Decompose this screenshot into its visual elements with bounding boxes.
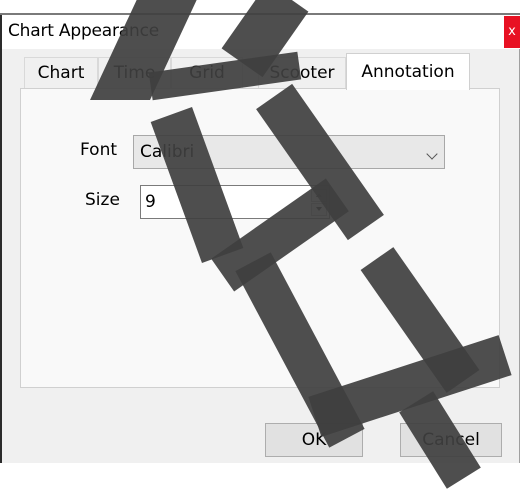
size-value[interactable]: 9 <box>145 192 156 212</box>
close-button[interactable]: x <box>504 16 520 48</box>
font-label: Font <box>80 140 118 160</box>
window-frame-left <box>0 15 2 463</box>
font-select-value: Calibri <box>140 142 195 162</box>
tab-scooter[interactable]: Scooter <box>258 57 346 88</box>
size-label: Size <box>85 190 120 210</box>
chevron-down-icon[interactable] <box>426 148 438 160</box>
ok-button[interactable]: OK <box>265 423 363 457</box>
tab-annotation[interactable]: Annotation <box>346 53 470 90</box>
window-title: Chart Appearance <box>8 21 159 41</box>
spin-down-button[interactable] <box>311 203 327 216</box>
arrow-up-icon <box>316 193 322 197</box>
tab-grid[interactable]: Grid <box>171 57 243 88</box>
cancel-button[interactable]: Cancel <box>400 423 502 457</box>
annotation-panel <box>20 88 500 388</box>
spin-up-button[interactable] <box>311 189 327 202</box>
tab-chart[interactable]: Chart <box>24 57 98 88</box>
title-bar: Chart Appearance <box>0 15 520 49</box>
close-icon[interactable]: x <box>508 24 516 39</box>
font-select[interactable]: Calibri <box>133 135 445 169</box>
top-strip <box>0 0 520 15</box>
size-spinbox[interactable]: 9 <box>140 185 330 219</box>
arrow-down-icon <box>316 207 322 211</box>
tab-time[interactable]: Time <box>98 57 171 88</box>
